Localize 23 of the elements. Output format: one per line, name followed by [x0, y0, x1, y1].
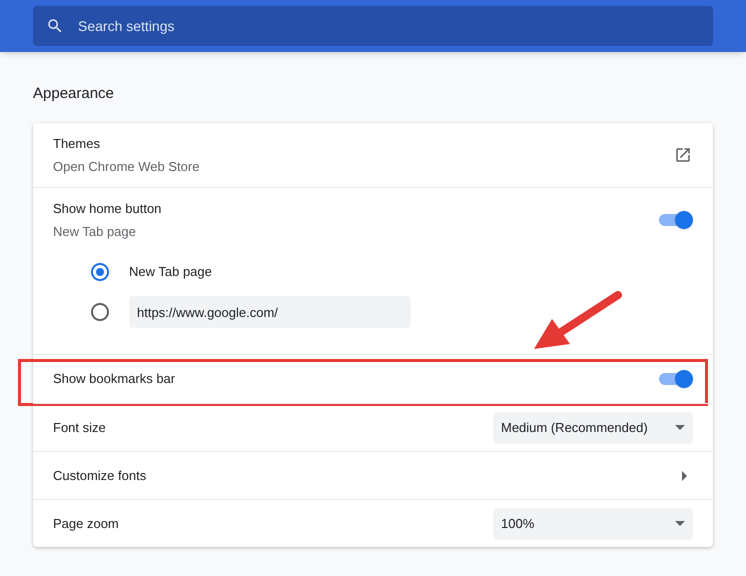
external-link-icon[interactable]	[674, 146, 692, 164]
toggle-switch[interactable]	[659, 210, 693, 230]
search-field[interactable]: Search settings	[33, 6, 713, 46]
setting-subtitle: Open Chrome Web Store	[53, 158, 200, 176]
caret-icon	[675, 425, 685, 430]
caret-right-icon[interactable]	[682, 470, 687, 480]
dropdown-select[interactable]: 100%	[493, 508, 693, 540]
setting-title: Themes	[53, 134, 101, 152]
setting-title: Customize fonts	[53, 466, 146, 485]
dropdown-select[interactable]: Medium (Recommended)	[493, 412, 693, 444]
radio-label: New Tab page	[129, 263, 212, 282]
setting-title: Show home button	[53, 200, 162, 218]
setting-title: Font size	[53, 418, 106, 437]
setting-title: Show bookmarks bar	[53, 370, 176, 388]
radio-button[interactable]	[91, 303, 109, 321]
radio-button[interactable]	[91, 263, 109, 281]
toggle-switch[interactable]	[659, 369, 693, 389]
setting-subtitle: New Tab page	[53, 223, 137, 241]
search-icon	[46, 17, 64, 35]
section-title: Appearance	[33, 84, 114, 104]
caret-icon	[675, 521, 685, 526]
setting-title: Page zoom	[53, 514, 119, 533]
url-field[interactable]: https://www.google.com/	[129, 296, 411, 328]
